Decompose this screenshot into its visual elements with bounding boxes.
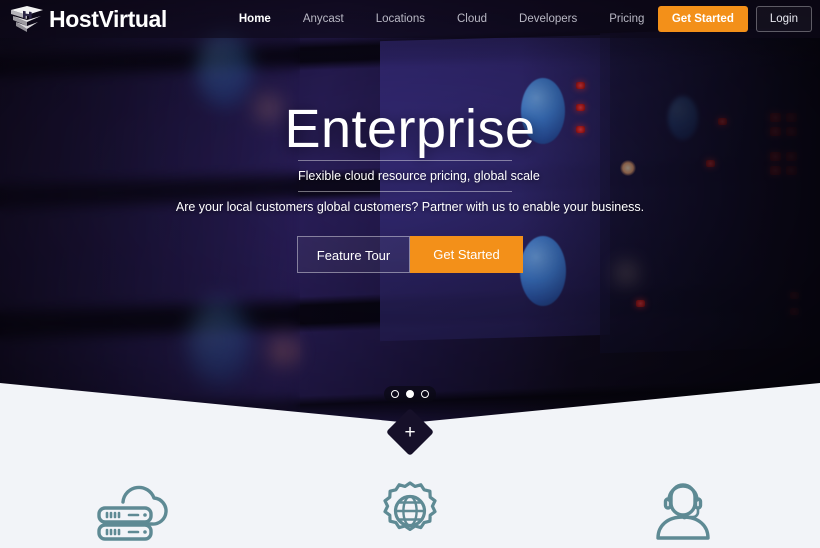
nav-item-developers[interactable]: Developers xyxy=(503,0,593,38)
hero-title: Enterprise xyxy=(284,99,536,159)
site-header: HostVirtual Home Anycast Locations Cloud… xyxy=(0,0,820,38)
cloud-server-icon xyxy=(96,485,168,541)
nav-item-cloud[interactable]: Cloud xyxy=(441,0,503,38)
nav-item-locations[interactable]: Locations xyxy=(360,0,441,38)
header-get-started-button[interactable]: Get Started xyxy=(657,6,748,32)
nav-item-anycast[interactable]: Anycast xyxy=(287,0,360,38)
scroll-down-plus-button[interactable]: + xyxy=(385,407,435,457)
carousel-dot-3[interactable] xyxy=(421,390,429,398)
hero-subtitle: Flexible cloud resource pricing, global … xyxy=(298,169,540,183)
carousel-dots xyxy=(384,386,436,402)
hero-cta-group: Feature Tour Get Started xyxy=(0,236,820,273)
layered-h-logo-icon xyxy=(11,6,43,32)
header-actions: Get Started Login xyxy=(657,0,812,38)
logo[interactable]: HostVirtual xyxy=(10,6,167,32)
feature-tour-button[interactable]: Feature Tour xyxy=(297,236,410,273)
plus-icon: + xyxy=(404,421,416,443)
hero-tagline: Are your local customers global customer… xyxy=(175,200,645,214)
nav-item-home[interactable]: Home xyxy=(223,0,287,38)
hero-get-started-button[interactable]: Get Started xyxy=(410,236,523,273)
nav-item-pricing[interactable]: Pricing xyxy=(593,0,660,38)
carousel-dot-1[interactable] xyxy=(391,390,399,398)
main-navigation: Home Anycast Locations Cloud Developers … xyxy=(223,0,661,38)
feature-cloud-hosting[interactable] xyxy=(0,480,273,548)
feature-support[interactable] xyxy=(547,480,820,548)
header-login-button[interactable]: Login xyxy=(755,6,812,32)
carousel-dot-2[interactable] xyxy=(406,390,414,398)
support-agent-icon xyxy=(656,483,711,540)
hero-subtitle-rule: Flexible cloud resource pricing, global … xyxy=(298,160,540,192)
feature-global-network[interactable] xyxy=(273,480,546,548)
hero-content: Enterprise Flexible cloud resource prici… xyxy=(0,0,820,423)
logo-text: HostVirtual xyxy=(49,5,167,32)
globe-gear-icon xyxy=(383,481,437,531)
